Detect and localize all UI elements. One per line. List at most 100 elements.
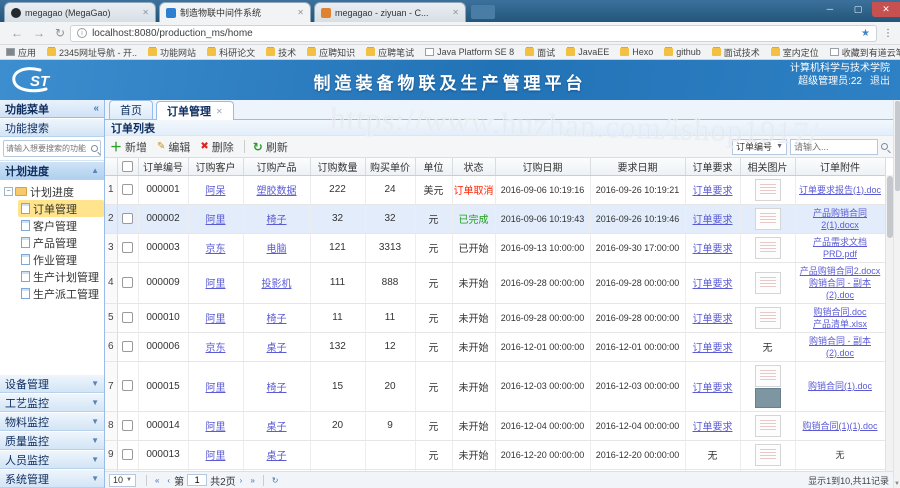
browser-menu-icon[interactable]: ⋮: [883, 28, 894, 39]
browser-tab[interactable]: 制造物联中间件系统 ✕: [159, 2, 311, 22]
table-row[interactable]: 2 000002 阿里 椅子 32 32 元已完成 2016-09-06 10:19:43 20…: [105, 204, 886, 234]
requirement-link[interactable]: 订单要求: [693, 314, 733, 325]
attachment-link[interactable]: 购销合同(1)(1).doc: [802, 421, 877, 431]
bookmark-item[interactable]: 科研论文: [207, 46, 255, 59]
sidebar-item-order-management[interactable]: 订单管理: [18, 200, 104, 217]
row-checkbox[interactable]: [122, 380, 133, 392]
prev-page-button[interactable]: ‹: [167, 476, 170, 485]
logout-link[interactable]: 退出: [870, 76, 890, 87]
column-header[interactable]: 状态: [452, 158, 496, 176]
forward-icon[interactable]: →: [33, 27, 45, 39]
tree-expander-icon[interactable]: −: [4, 187, 13, 196]
row-checkbox[interactable]: [122, 311, 133, 323]
requirement-link[interactable]: 订单要求: [693, 186, 733, 197]
column-header[interactable]: 订购日期: [495, 158, 591, 176]
edit-button[interactable]: ✎ 编辑: [157, 139, 190, 155]
product-link[interactable]: 电脑: [267, 244, 287, 255]
related-image-thumbnail[interactable]: [754, 271, 781, 294]
page-number-input[interactable]: [187, 474, 208, 486]
attachment-link[interactable]: 购销合同 - 副本 (2).doc: [809, 336, 871, 358]
row-checkbox[interactable]: [122, 212, 133, 224]
search-field-select[interactable]: 订单编号 ▼: [732, 138, 787, 155]
row-checkbox[interactable]: [122, 419, 133, 431]
bookmark-item[interactable]: 技术: [266, 46, 296, 59]
requirement-link[interactable]: 订单要求: [693, 279, 733, 290]
accordion-personnel-monitor[interactable]: 人员监控 ▼: [0, 450, 104, 469]
sidebar-item-product-management[interactable]: 产品管理: [18, 234, 104, 251]
table-row[interactable]: 1 000001 阿呆 塑胶数据 222 24 美元 订单取消 2016-09-06 10:19…: [105, 175, 886, 205]
bookmark-star-icon[interactable]: ★: [861, 28, 870, 39]
column-header[interactable]: 购买单价: [365, 158, 416, 176]
requirement-link[interactable]: 订单要求: [693, 343, 733, 354]
function-search-input[interactable]: [6, 144, 91, 153]
accordion-device-management[interactable]: 设备管理 ▼: [0, 374, 104, 393]
bookmark-item[interactable]: 收藏到有道云笔记: [829, 46, 900, 59]
tab-close-icon[interactable]: ✕: [297, 8, 304, 17]
select-all-checkbox[interactable]: [122, 160, 133, 172]
attachment-link[interactable]: 购销合同(1).doc: [808, 381, 872, 391]
sidebar-item-production-dispatch-management[interactable]: 生产派工管理: [18, 285, 104, 302]
table-row[interactable]: 6 000006 京东 桌子 132 12 元未开始 2016-12-01 00:00:00 2…: [105, 332, 886, 362]
table-row[interactable]: 7 000015 阿里 椅子 15 20 元未开始 2016-12-03 00:00:00 20…: [105, 361, 886, 412]
bookmark-item[interactable]: 2345网址导航 - 开..: [47, 46, 137, 59]
page-size-select[interactable]: 10 ▼: [109, 473, 136, 487]
bookmark-item[interactable]: 面试技术: [711, 46, 760, 59]
page-scrollbar[interactable]: ▼: [893, 100, 900, 488]
product-link[interactable]: 桌子: [267, 451, 287, 462]
grid-search-input[interactable]: [790, 138, 878, 155]
attachment-link[interactable]: 产品购销合同2.docx: [800, 266, 881, 276]
first-page-button[interactable]: «: [155, 476, 159, 485]
attachment-link[interactable]: 购销合同 - 副本 (2).doc: [809, 278, 871, 300]
related-image-thumbnail[interactable]: [754, 387, 781, 408]
sidebar-item-production-plan-management[interactable]: 生产计划管理: [18, 268, 104, 285]
accordion-plan-progress[interactable]: 计划进度 ▲: [0, 161, 104, 180]
next-page-button[interactable]: ›: [240, 476, 243, 485]
table-row[interactable]: 9 000013 阿里 桌子元未开始 2016-12-20 00:00:00 2016-1…: [105, 440, 886, 470]
customer-link[interactable]: 阿里: [206, 215, 226, 226]
accordion-system-management[interactable]: 系统管理 ▼: [0, 469, 104, 488]
requirement-link[interactable]: 订单要求: [693, 215, 733, 226]
product-link[interactable]: 椅子: [267, 314, 287, 325]
minimize-button[interactable]: ─: [816, 2, 844, 17]
table-row[interactable]: 4 000009 阿里 投影机 111 888 元未开始 2016-09-28 00:00:0…: [105, 262, 886, 304]
last-page-button[interactable]: »: [250, 476, 254, 485]
bookmark-item[interactable]: 应用: [6, 46, 36, 59]
row-checkbox[interactable]: [122, 241, 133, 253]
product-link[interactable]: 桌子: [267, 343, 287, 354]
grid-scrollbar[interactable]: [885, 175, 893, 471]
column-header[interactable]: 要求日期: [590, 158, 686, 176]
accordion-material-monitor[interactable]: 物料监控 ▼: [0, 412, 104, 431]
bookmark-item[interactable]: JavaEE: [566, 47, 609, 57]
row-checkbox[interactable]: [122, 276, 133, 288]
attachment-link[interactable]: 产品清单.xlsx: [813, 319, 867, 329]
bookmark-item[interactable]: Java Platform SE 8: [425, 47, 514, 57]
column-header[interactable]: 单位: [415, 158, 453, 176]
customer-link[interactable]: 阿里: [206, 451, 226, 462]
bookmark-item[interactable]: 应聘知识: [307, 46, 355, 59]
scrollbar-down-arrow-icon[interactable]: ▼: [894, 481, 900, 487]
back-icon[interactable]: ←: [11, 27, 23, 39]
function-search-header[interactable]: 功能搜索: [0, 118, 104, 137]
requirement-link[interactable]: 订单要求: [693, 422, 733, 433]
tree-root-node[interactable]: − 计划进度: [4, 183, 104, 200]
grid-search-icon[interactable]: [881, 143, 888, 150]
accordion-process-monitor[interactable]: 工艺监控 ▼: [0, 393, 104, 412]
related-image-thumbnail[interactable]: [754, 364, 781, 387]
attachment-link[interactable]: 购销合同.doc: [813, 307, 866, 317]
close-button[interactable]: ✕: [872, 2, 900, 17]
column-header[interactable]: 订购客户: [188, 158, 244, 176]
pager-refresh-icon[interactable]: ↻: [272, 476, 279, 485]
accordion-quality-monitor[interactable]: 质量监控 ▼: [0, 431, 104, 450]
product-link[interactable]: 投影机: [262, 279, 292, 290]
page-scrollbar-thumb[interactable]: [894, 101, 900, 191]
url-field[interactable]: i localhost:8080/production_ms/home ★: [70, 24, 877, 42]
maximize-button[interactable]: ▢: [844, 2, 872, 17]
customer-link[interactable]: 阿里: [206, 383, 226, 394]
page-info-icon[interactable]: i: [77, 28, 88, 38]
bookmark-item[interactable]: 应聘笔试: [366, 46, 414, 59]
bookmark-item[interactable]: Hexo: [620, 47, 653, 57]
attachment-link[interactable]: 产品购销合同2(1).docx: [813, 208, 867, 230]
bookmark-item[interactable]: 面试: [525, 46, 555, 59]
tab-close-icon[interactable]: ✕: [452, 8, 459, 17]
customer-link[interactable]: 京东: [206, 244, 226, 255]
